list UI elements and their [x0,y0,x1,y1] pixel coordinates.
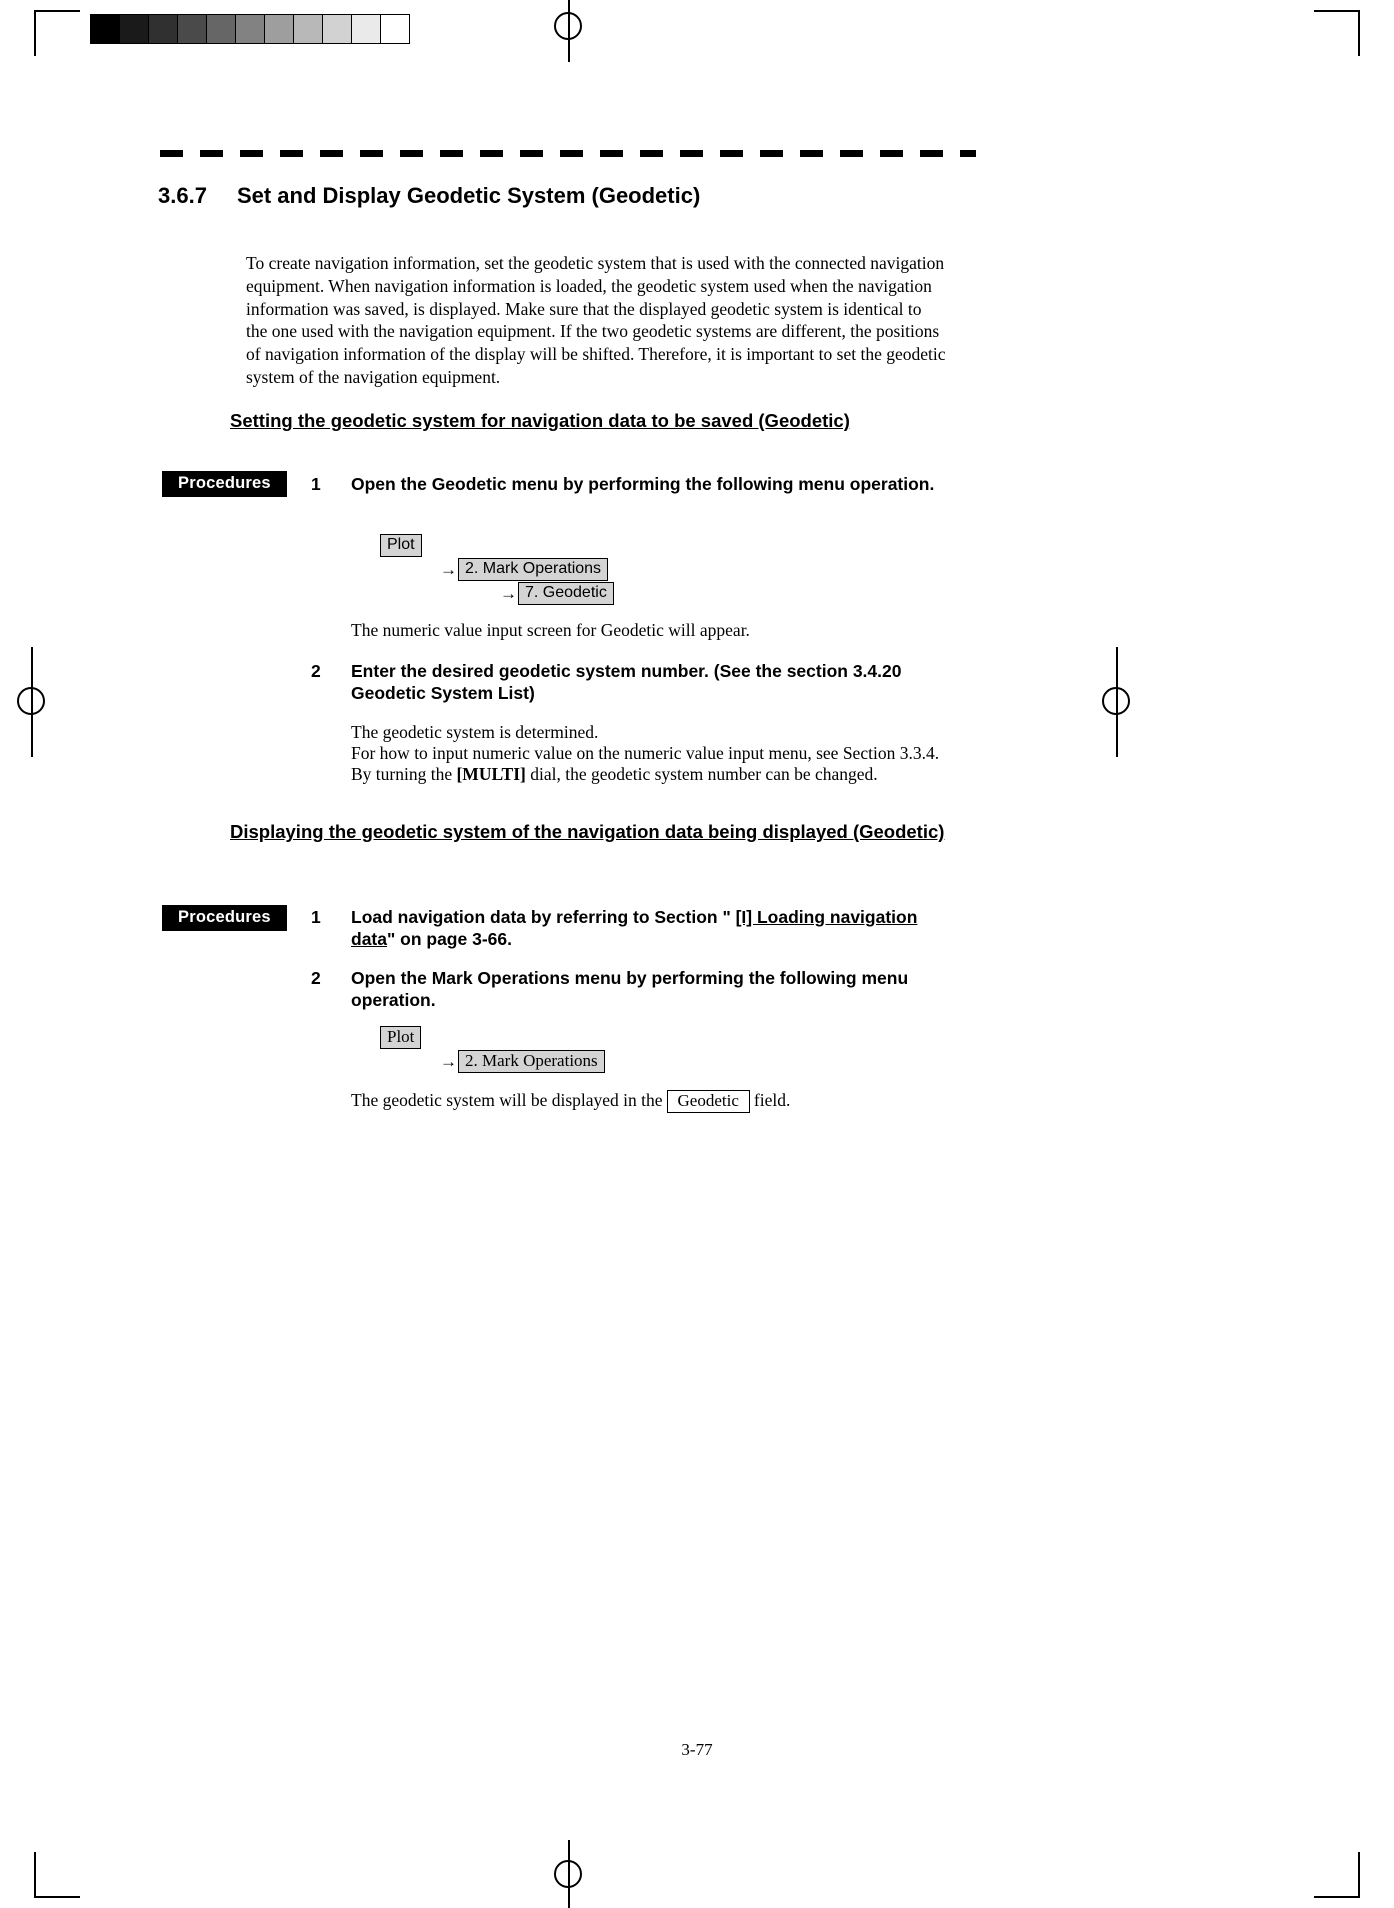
arrow-icon: → [440,560,457,579]
menu-box-plot[interactable]: Plot [380,1026,422,1049]
calibration-swatch [381,15,409,43]
registration-mark-right [1090,647,1144,757]
step-b1-number: 1 [311,907,321,927]
closing-note-before: The geodetic system will be displayed in… [351,1090,663,1110]
step-b1: 1 Load navigation data by referring to S… [311,906,951,950]
registration-mark-top [542,0,596,62]
step-a1: 1 Open the Geodetic menu by performing t… [311,473,951,495]
calibration-swatch [352,15,381,43]
step-a1-text: Open the Geodetic menu by performing the… [351,474,935,494]
procedures-badge-a: Procedures [162,471,287,497]
multi-dial-label: [MULTI] [456,764,526,784]
calibration-swatch [91,15,120,43]
step-b1-text-before: Load navigation data by referring to Sec… [351,907,736,927]
calibration-swatch [294,15,323,43]
step-a2-number: 2 [311,661,321,681]
calibration-swatch [265,15,294,43]
calibration-swatch [120,15,149,43]
step-b2-text: Open the Mark Operations menu by perform… [351,968,909,1010]
procedures-badge-b: Procedures [162,905,287,931]
page-number: 3-77 [681,1740,713,1759]
note-after-step-a2: The geodetic system is determined. For h… [351,722,971,785]
step-b2-number: 2 [311,968,321,988]
arrow-icon: → [500,584,517,603]
menu-path-b: Plot → 2. Mark Operations [380,1026,605,1074]
section-title: Set and Display Geodetic System (Geodeti… [236,183,701,208]
menu-box-mark-operations[interactable]: 2. Mark Operations [458,558,609,581]
menu-path-a: Plot → 2. Mark Operations → 7. Geodetic [380,534,614,606]
arrow-icon: → [440,1052,457,1071]
note-line-3-after: dial, the geodetic system number can be … [525,764,878,784]
step-a2: 2 Enter the desired geodetic system numb… [311,660,951,704]
registration-mark-bottom [542,1840,596,1908]
document-page: 3.6.7 Set and Display Geodetic System (Ge… [0,0,1394,1908]
closing-note-after: field. [753,1090,791,1110]
calibration-swatch [178,15,207,43]
calibration-swatch [323,15,352,43]
registration-mark-left [5,647,59,757]
intro-paragraph: To create navigation information, set th… [246,253,946,387]
calibration-swatch [207,15,236,43]
step-b1-text-after: " on page 3-66. [386,929,512,949]
calibration-swatch [149,15,178,43]
menu-box-mark-operations[interactable]: 2. Mark Operations [458,1050,605,1073]
note-line-2: For how to input numeric value on the nu… [351,743,940,763]
subsection-heading-setting: Setting the geodetic system for navigati… [230,410,850,431]
crop-mark-top-left [34,10,80,56]
grayscale-calibration-strip [90,14,410,44]
page-title: 3.6.7 Set and Display Geodetic System (Ge… [158,183,700,209]
note-line-3-before: By turning the [351,764,457,784]
crop-mark-bottom-left [34,1852,80,1898]
menu-box-geodetic[interactable]: 7. Geodetic [518,582,614,605]
calibration-swatch [236,15,265,43]
section-number: 3.6.7 [158,183,207,208]
step-a2-text: Enter the desired geodetic system number… [351,661,902,703]
header-dashed-rule [160,150,976,157]
crop-mark-top-right [1314,10,1360,56]
menu-box-plot[interactable]: Plot [380,534,422,557]
geodetic-field-box[interactable]: Geodetic [666,1090,750,1113]
note-after-menu-a: The numeric value input screen for Geode… [351,620,750,640]
note-line-3: By turning the [MULTI] dial, the geodeti… [351,764,971,785]
crop-mark-bottom-right [1314,1852,1360,1898]
closing-note: The geodetic system will be displayed in… [351,1090,971,1113]
subsection-heading-displaying: Displaying the geodetic system of the na… [230,821,945,842]
step-a1-number: 1 [311,474,321,494]
step-b2: 2 Open the Mark Operations menu by perfo… [311,967,951,1011]
note-line-1: The geodetic system is determined. [351,722,599,742]
